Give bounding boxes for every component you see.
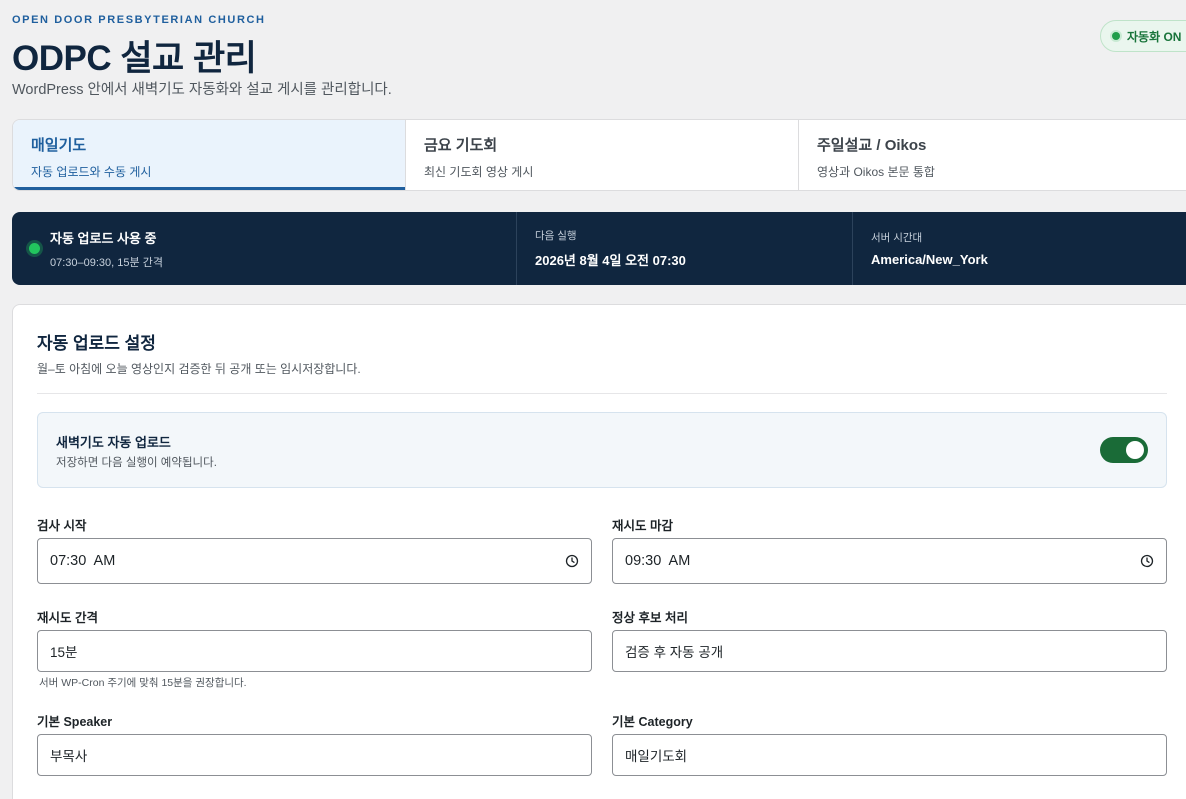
auto-upload-schedule: 07:30–09:30, 15분 간격	[50, 256, 163, 269]
auto-upload-toggle-row: 새벽기도 자동 업로드 저장하면 다음 실행이 예약됩니다.	[37, 412, 1167, 488]
normal-candidate-label: 정상 후보 처리	[612, 611, 688, 625]
start-time-value: 07:30 AM	[50, 553, 116, 569]
clock-icon[interactable]	[565, 554, 579, 568]
clock-icon[interactable]	[1140, 554, 1154, 568]
retry-interval-hint: 서버 WP-Cron 주기에 맞춰 15분을 권장합니다.	[39, 677, 247, 689]
default-category-label: 기본 Category	[612, 715, 693, 729]
toggle-description: 저장하면 다음 실행이 예약됩니다.	[56, 457, 217, 469]
end-time-value: 09:30 AM	[625, 553, 691, 569]
retry-interval-label: 재시도 간격	[37, 611, 98, 625]
status-banner: 자동 업로드 사용 중 07:30–09:30, 15분 간격 다음 실행 20…	[12, 212, 1186, 285]
timezone-value: America/New_York	[871, 252, 988, 267]
tab-description: 최신 기도회 영상 게시	[424, 165, 534, 179]
normal-candidate-select[interactable]: 검증 후 자동 공개	[612, 630, 1167, 672]
tab-sunday-sermon[interactable]: 주일설교 / Oikos 영상과 Oikos 본문 통합	[799, 120, 1186, 190]
timezone-label: 서버 시간대	[871, 232, 923, 244]
tab-label: 매일기도	[31, 137, 87, 154]
start-time-label: 검사 시작	[37, 519, 87, 533]
automation-status-badge: 자동화 ON	[1100, 20, 1186, 52]
default-speaker-label: 기본 Speaker	[37, 715, 113, 729]
tab-label: 주일설교 / Oikos	[817, 137, 927, 154]
live-dot-icon	[29, 243, 40, 254]
next-run-label: 다음 실행	[535, 230, 577, 242]
divider	[37, 393, 1167, 394]
auto-upload-settings-card: 자동 업로드 설정 월–토 아침에 오늘 영상인지 검증한 뒤 공개 또는 임시…	[12, 304, 1186, 799]
automation-status-label: 자동화 ON	[1127, 29, 1182, 44]
banner-auto-upload: 자동 업로드 사용 중 07:30–09:30, 15분 간격	[12, 212, 517, 285]
switch-knob	[1126, 441, 1144, 459]
settings-description: 월–토 아침에 오늘 영상인지 검증한 뒤 공개 또는 임시저장합니다.	[37, 362, 361, 376]
tab-label: 금요 기도회	[424, 137, 498, 154]
status-dot-icon	[1112, 32, 1120, 40]
next-run-value: 2026년 8월 4일 오전 07:30	[535, 253, 686, 268]
default-category-input[interactable]: 매일기도회	[612, 734, 1167, 776]
settings-title: 자동 업로드 설정	[37, 334, 156, 353]
page-subtitle: WordPress 안에서 새벽기도 자동화와 설교 게시를 관리합니다.	[12, 82, 392, 98]
default-speaker-input[interactable]: 부목사	[37, 734, 592, 776]
auto-upload-status: 자동 업로드 사용 중	[50, 230, 157, 246]
tab-friday-prayer[interactable]: 금요 기도회 최신 기도회 영상 게시	[406, 120, 799, 190]
church-name: OPEN DOOR PRESBYTERIAN CHURCH	[12, 14, 266, 26]
retry-interval-input[interactable]: 15분	[37, 630, 592, 672]
page-title: ODPC 설교 관리	[12, 39, 257, 78]
tab-description: 자동 업로드와 수동 게시	[31, 165, 152, 179]
section-tabs: 매일기도 자동 업로드와 수동 게시 금요 기도회 최신 기도회 영상 게시 주…	[12, 119, 1186, 191]
end-time-label: 재시도 마감	[612, 519, 673, 533]
banner-timezone: 서버 시간대 America/New_York	[853, 212, 1186, 285]
auto-upload-switch[interactable]	[1100, 437, 1148, 463]
tab-description: 영상과 Oikos 본문 통합	[817, 165, 935, 179]
start-time-input[interactable]: 07:30 AM	[37, 538, 592, 584]
end-time-input[interactable]: 09:30 AM	[612, 538, 1167, 584]
toggle-title: 새벽기도 자동 업로드	[56, 435, 171, 450]
tab-daily-prayer[interactable]: 매일기도 자동 업로드와 수동 게시	[13, 120, 406, 190]
banner-next-run: 다음 실행 2026년 8월 4일 오전 07:30	[517, 212, 853, 285]
